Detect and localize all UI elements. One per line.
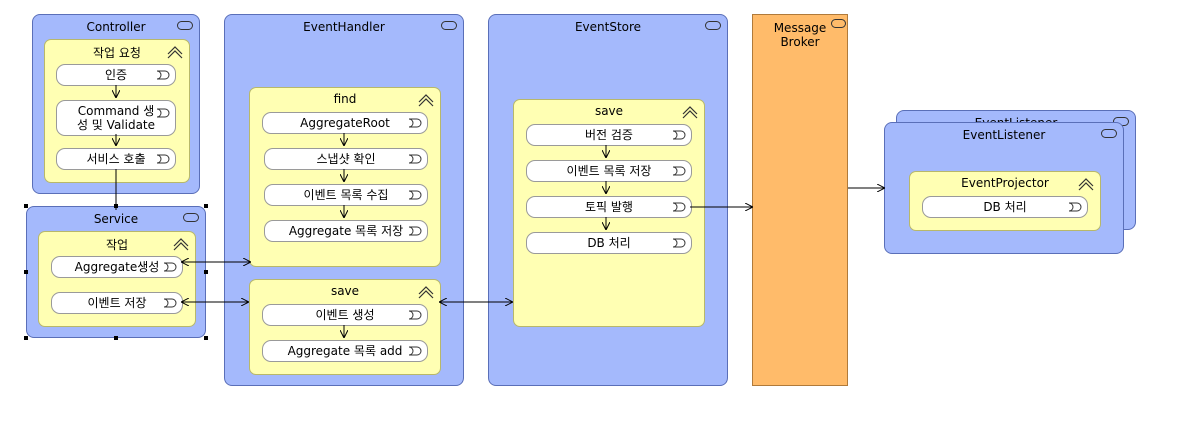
connectors-layer xyxy=(0,85,1188,436)
